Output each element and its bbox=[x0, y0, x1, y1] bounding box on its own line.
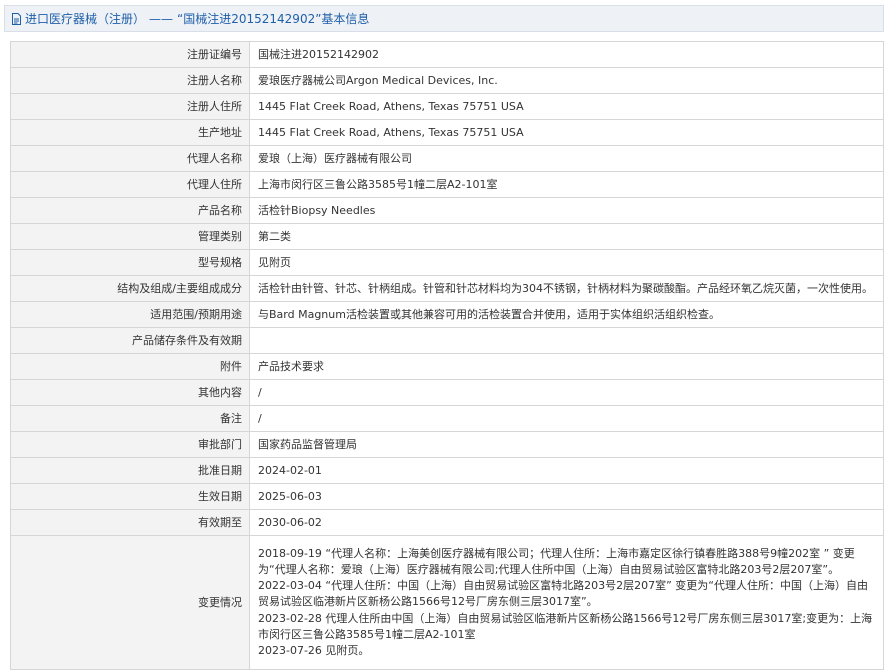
change-history-row: 变更情况 2018-09-19 “代理人名称：上海美创医疗器械有限公司；代理人住所… bbox=[10, 535, 884, 670]
field-label: 管理类别 bbox=[10, 223, 250, 250]
table-row: 产品名称 活检针Biopsy Needles bbox=[10, 197, 884, 224]
change-history-entry: 2023-02-28 代理人住所由中国（上海）自由贸易试验区临港新片区新杨公路1… bbox=[258, 611, 873, 641]
field-label: 审批部门 bbox=[10, 431, 250, 458]
change-history-entry: 2023-07-26 见附页。 bbox=[258, 644, 370, 657]
document-icon bbox=[11, 12, 22, 25]
field-value: 2030-06-02 bbox=[249, 509, 884, 536]
table-row: 生效日期 2025-06-03 bbox=[10, 483, 884, 510]
field-label: 批准日期 bbox=[10, 457, 250, 484]
field-value: 活检针由针管、针芯、针柄组成。针管和针芯材料均为304不锈钢，针柄材料为聚碳酸酯… bbox=[249, 275, 884, 302]
field-label: 有效期至 bbox=[10, 509, 250, 536]
field-label: 产品名称 bbox=[10, 197, 250, 224]
table-row: 代理人住所 上海市闵行区三鲁公路3585号1幢二层A2-101室 bbox=[10, 171, 884, 198]
field-label: 代理人住所 bbox=[10, 171, 250, 198]
table-row: 适用范围/预期用途 与Bard Magnum活检装置或其他兼容可用的活检装置合并使… bbox=[10, 301, 884, 328]
field-value: 国械注进20152142902 bbox=[249, 41, 884, 68]
field-value: 活检针Biopsy Needles bbox=[249, 197, 884, 224]
field-value: / bbox=[249, 405, 884, 432]
field-label: 注册人名称 bbox=[10, 67, 250, 94]
field-value: 产品技术要求 bbox=[249, 353, 884, 380]
table-row: 其他内容 / bbox=[10, 379, 884, 406]
field-value: 2024-02-01 bbox=[249, 457, 884, 484]
header-category: 进口医疗器械（注册） bbox=[25, 12, 146, 26]
table-row: 型号规格 见附页 bbox=[10, 249, 884, 276]
table-row: 产品储存条件及有效期 bbox=[10, 327, 884, 354]
table-row: 附件 产品技术要求 bbox=[10, 353, 884, 380]
table-row: 备注 / bbox=[10, 405, 884, 432]
field-label: 结构及组成/主要组成成分 bbox=[10, 275, 250, 302]
field-value: / bbox=[249, 379, 884, 406]
page-header: 进口医疗器械（注册） —— “国械注进20152142902”基本信息 bbox=[4, 5, 884, 32]
field-value: 与Bard Magnum活检装置或其他兼容可用的活检装置合并使用，适用于实体组织… bbox=[249, 301, 884, 328]
table-row: 管理类别 第二类 bbox=[10, 223, 884, 250]
header-registration-title: “国械注进20152142902”基本信息 bbox=[177, 12, 370, 26]
field-value: 第二类 bbox=[249, 223, 884, 250]
field-label: 生产地址 bbox=[10, 119, 250, 146]
field-value: 1445 Flat Creek Road, Athens, Texas 7575… bbox=[249, 119, 884, 146]
change-history-entry: 2022-03-04 “代理人住所：中国（上海）自由贸易试验区富特北路203号2… bbox=[258, 579, 869, 609]
field-label: 附件 bbox=[10, 353, 250, 380]
field-label: 适用范围/预期用途 bbox=[10, 301, 250, 328]
field-value: 2025-06-03 bbox=[249, 483, 884, 510]
field-label: 注册证编号 bbox=[10, 41, 250, 68]
table-row: 注册人名称 爱琅医疗器械公司Argon Medical Devices, Inc. bbox=[10, 67, 884, 94]
change-history-value: 2018-09-19 “代理人名称：上海美创医疗器械有限公司；代理人住所：上海市… bbox=[249, 535, 884, 670]
table-row: 代理人名称 爱琅（上海）医疗器械有限公司 bbox=[10, 145, 884, 172]
change-history-entry: 2018-09-19 “代理人名称：上海美创医疗器械有限公司；代理人住所：上海市… bbox=[258, 546, 855, 576]
field-value: 国家药品监督管理局 bbox=[249, 431, 884, 458]
table-row: 注册人住所 1445 Flat Creek Road, Athens, Texas… bbox=[10, 93, 884, 120]
table-row: 结构及组成/主要组成成分 活检针由针管、针芯、针柄组成。针管和针芯材料均为304不… bbox=[10, 275, 884, 302]
field-value: 上海市闵行区三鲁公路3585号1幢二层A2-101室 bbox=[249, 171, 884, 198]
table-row: 生产地址 1445 Flat Creek Road, Athens, Texas … bbox=[10, 119, 884, 146]
field-label: 产品储存条件及有效期 bbox=[10, 327, 250, 354]
change-history-label: 变更情况 bbox=[10, 535, 250, 670]
field-value: 爱琅医疗器械公司Argon Medical Devices, Inc. bbox=[249, 67, 884, 94]
field-label: 代理人名称 bbox=[10, 145, 250, 172]
field-label: 型号规格 bbox=[10, 249, 250, 276]
field-label: 其他内容 bbox=[10, 379, 250, 406]
field-label: 备注 bbox=[10, 405, 250, 432]
table-row: 有效期至 2030-06-02 bbox=[10, 509, 884, 536]
field-value: 爱琅（上海）医疗器械有限公司 bbox=[249, 145, 884, 172]
field-value: 见附页 bbox=[249, 249, 884, 276]
field-value: 1445 Flat Creek Road, Athens, Texas 7575… bbox=[249, 93, 884, 120]
table-row: 审批部门 国家药品监督管理局 bbox=[10, 431, 884, 458]
header-separator: —— bbox=[149, 11, 174, 26]
registration-detail-table: 注册证编号 国械注进20152142902 注册人名称 爱琅医疗器械公司Argon M… bbox=[10, 41, 884, 670]
table-row: 批准日期 2024-02-01 bbox=[10, 457, 884, 484]
field-value bbox=[249, 327, 884, 354]
field-label: 生效日期 bbox=[10, 483, 250, 510]
table-row: 注册证编号 国械注进20152142902 bbox=[10, 41, 884, 68]
field-label: 注册人住所 bbox=[10, 93, 250, 120]
